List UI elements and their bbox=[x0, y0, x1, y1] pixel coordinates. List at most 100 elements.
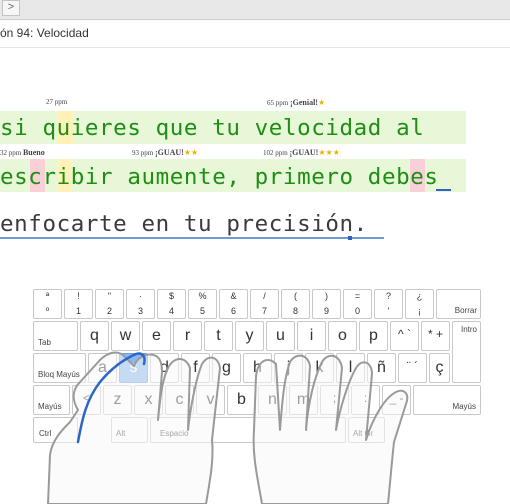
key-w[interactable]: w bbox=[111, 321, 140, 351]
key-accent-grave[interactable]: ^ ` bbox=[390, 321, 419, 351]
key-label: < bbox=[82, 391, 90, 405]
key-label: 1 bbox=[75, 306, 81, 316]
key-shift-label: ( bbox=[294, 291, 297, 301]
key-label: : bbox=[363, 391, 368, 405]
lesson-title: ón 94: Velocidad bbox=[0, 26, 89, 40]
key-label: b bbox=[237, 391, 246, 408]
key-m[interactable]: m bbox=[289, 385, 318, 415]
caps-lock-key[interactable]: Bloq Mayús bbox=[33, 353, 86, 383]
key-shift-label: · bbox=[139, 291, 142, 301]
key[interactable]: $4 bbox=[157, 289, 186, 319]
key-label: Borrar bbox=[454, 306, 477, 315]
key-n-tilde[interactable]: ñ bbox=[367, 353, 396, 383]
key-l[interactable]: l bbox=[336, 353, 365, 383]
key-plus[interactable]: * + bbox=[421, 321, 450, 351]
alt-gr-key[interactable]: Alt Gr bbox=[348, 417, 385, 443]
key-label: 2 bbox=[106, 306, 112, 316]
key-p[interactable]: p bbox=[359, 321, 388, 351]
key-g[interactable]: g bbox=[212, 353, 241, 383]
key-t[interactable]: t bbox=[204, 321, 233, 351]
key-label: j bbox=[286, 359, 291, 376]
virtual-keyboard: ªº ! 1 " 2 · 3 $4 % 5 & 6 /7 (8 ) 9 = 0 ? ' ¿ ¡ B… bbox=[33, 289, 481, 443]
text-line: escribir aumente, primero debes bbox=[0, 164, 439, 190]
key-h[interactable]: h bbox=[243, 353, 272, 383]
key-i[interactable]: i bbox=[297, 321, 326, 351]
key-q[interactable]: q bbox=[80, 321, 109, 351]
key-shift-label: ! bbox=[77, 291, 80, 301]
key-label: t bbox=[216, 327, 221, 344]
key[interactable]: · 3 bbox=[126, 289, 155, 319]
key[interactable]: ! 1 bbox=[64, 289, 93, 319]
line-progress-marker bbox=[348, 236, 352, 240]
key-minus[interactable]: _ - bbox=[382, 385, 411, 415]
key-v[interactable]: v bbox=[196, 385, 225, 415]
ctrl-key[interactable]: Ctrl bbox=[33, 417, 78, 443]
key-a[interactable]: a bbox=[88, 353, 117, 383]
key-k[interactable]: k bbox=[305, 353, 334, 383]
key-label: d bbox=[160, 359, 169, 376]
key-n[interactable]: n bbox=[258, 385, 287, 415]
key-label: 0 bbox=[354, 306, 360, 316]
key-label: e bbox=[152, 327, 161, 344]
key-label: x bbox=[144, 391, 153, 408]
backspace-key[interactable]: Borrar bbox=[436, 289, 481, 319]
key[interactable]: = 0 bbox=[343, 289, 372, 319]
speed-label: ¡GUAU! bbox=[154, 148, 184, 157]
key-c-cedilla[interactable]: ç bbox=[429, 353, 450, 383]
key-s[interactable]: s bbox=[119, 353, 148, 383]
key-x[interactable]: x bbox=[134, 385, 163, 415]
key-accent-acute[interactable]: ¨ ´ bbox=[398, 353, 427, 383]
key-b[interactable]: b bbox=[227, 385, 256, 415]
key-c[interactable]: c bbox=[165, 385, 194, 415]
key-z[interactable]: z bbox=[103, 385, 132, 415]
key-label: ¡ bbox=[418, 306, 421, 316]
alt-key[interactable]: Alt bbox=[111, 417, 148, 443]
key-label: 9 bbox=[323, 306, 329, 316]
speed-value: 27 bbox=[46, 98, 53, 106]
star-icon: ★ bbox=[317, 98, 326, 107]
key-r[interactable]: r bbox=[173, 321, 202, 351]
key-label: i bbox=[309, 327, 314, 344]
key-u[interactable]: u bbox=[266, 321, 295, 351]
key[interactable]: (8 bbox=[281, 289, 310, 319]
key[interactable]: " 2 bbox=[95, 289, 124, 319]
key-period[interactable]: : bbox=[351, 385, 380, 415]
tab-key[interactable]: Tab bbox=[33, 321, 78, 351]
back-button[interactable]: > bbox=[2, 0, 20, 16]
key[interactable]: % 5 bbox=[188, 289, 217, 319]
key-less-than[interactable]: < bbox=[72, 385, 101, 415]
key-d[interactable]: d bbox=[150, 353, 179, 383]
key-label: v bbox=[206, 391, 215, 408]
text-line: enfocarte en tu precisión. bbox=[0, 211, 368, 237]
key-label: ^ ` bbox=[398, 327, 411, 341]
key-label: ç bbox=[435, 359, 444, 376]
key-j[interactable]: j bbox=[274, 353, 303, 383]
key[interactable]: /7 bbox=[250, 289, 279, 319]
key-comma[interactable]: ; bbox=[320, 385, 349, 415]
key-label: 5 bbox=[199, 306, 205, 316]
key-label: ñ bbox=[377, 359, 386, 376]
key[interactable]: ? ' bbox=[374, 289, 403, 319]
space-key[interactable]: Espacio bbox=[150, 417, 346, 443]
right-shift-key[interactable]: Mayús bbox=[413, 385, 481, 415]
key-shift-label: = bbox=[354, 291, 361, 301]
key[interactable]: ªº bbox=[33, 289, 62, 319]
key-f[interactable]: f bbox=[181, 353, 210, 383]
key-label: f bbox=[193, 359, 198, 376]
key-label: Mayús bbox=[38, 402, 62, 411]
key-label: * + bbox=[427, 327, 443, 341]
key-label: Tab bbox=[38, 338, 51, 347]
key-label: o bbox=[338, 327, 347, 344]
key-label: Espacio bbox=[160, 429, 189, 438]
key-y[interactable]: y bbox=[235, 321, 264, 351]
key[interactable]: ¿ ¡ bbox=[405, 289, 434, 319]
key[interactable]: & 6 bbox=[219, 289, 248, 319]
typing-cursor bbox=[436, 189, 451, 191]
left-shift-key[interactable]: Mayús bbox=[33, 385, 70, 415]
key-e[interactable]: e bbox=[142, 321, 171, 351]
key[interactable]: ) 9 bbox=[312, 289, 341, 319]
enter-key[interactable]: Intro bbox=[452, 321, 481, 383]
key-label: s bbox=[129, 359, 138, 376]
key-label: c bbox=[175, 391, 184, 408]
key-o[interactable]: o bbox=[328, 321, 357, 351]
